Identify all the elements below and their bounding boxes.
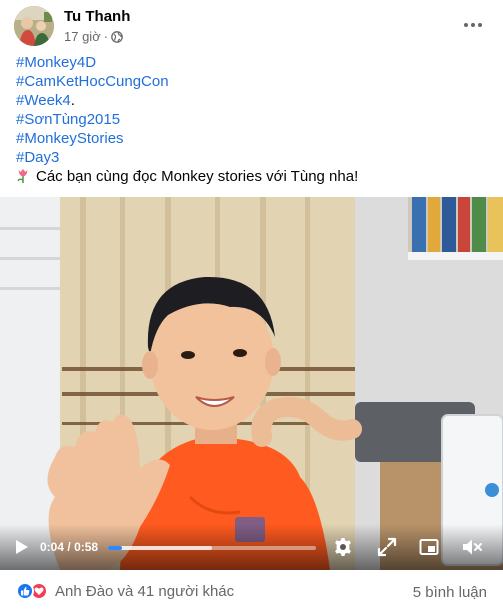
hashtag-suffix: . — [70, 92, 75, 109]
avatar-photo — [14, 6, 54, 46]
mute-icon[interactable] — [461, 537, 483, 557]
meta-separator: · — [103, 29, 109, 44]
hashtag-link[interactable]: #Day3 — [16, 149, 59, 166]
reactions-summary[interactable]: Anh Đào và 41 người khác — [16, 582, 234, 600]
comments-count[interactable]: 5 bình luận — [413, 584, 487, 601]
like-icon — [16, 582, 34, 600]
globe-icon[interactable] — [111, 30, 123, 43]
gear-icon[interactable] — [333, 537, 353, 557]
hashtag-link[interactable]: #CamKetHocCungCon — [16, 73, 169, 90]
progress-bar[interactable] — [108, 546, 316, 550]
video-frame — [0, 197, 503, 570]
reactors-text: Anh Đào và 41 người khác — [55, 582, 235, 600]
progress-buffered — [108, 546, 212, 550]
tulip-icon — [17, 169, 28, 183]
time-separator: / — [67, 540, 71, 554]
play-icon[interactable] — [12, 538, 30, 556]
post-header: Tu Thanh 17 giờ · — [14, 6, 494, 46]
video-player[interactable]: 0:04 / 0:58 — [0, 197, 503, 570]
more-options-button[interactable] — [460, 12, 486, 38]
hashtag-link[interactable]: #Monkey4D — [16, 54, 96, 71]
video-time: 0:04 / 0:58 — [40, 540, 98, 554]
progress-played — [108, 546, 123, 550]
video-controls: 0:04 / 0:58 — [0, 524, 503, 570]
hashtag-link[interactable]: #SơnTùng2015 — [16, 111, 120, 128]
hashtag-link[interactable]: #MonkeyStories — [16, 130, 124, 147]
post-time[interactable]: 17 giờ — [64, 29, 101, 44]
expand-icon[interactable] — [377, 537, 397, 557]
more-horizontal-icon — [464, 23, 482, 27]
author-name[interactable]: Tu Thanh — [64, 8, 130, 25]
current-time: 0:04 — [40, 540, 65, 554]
post-text: #Monkey4D #CamKetHocCungCon #Week4. #Sơn… — [16, 53, 486, 186]
feed-post: Tu Thanh 17 giờ · #Monkey4D #CamKetHocCu… — [0, 0, 503, 613]
post-meta: 17 giờ · — [64, 29, 123, 44]
post-message: Các bạn cùng đọc Monkey stories với Tùng… — [36, 168, 359, 185]
hashtag-link[interactable]: #Week4 — [16, 92, 71, 109]
avatar[interactable] — [14, 6, 54, 46]
duration: 0:58 — [74, 540, 99, 554]
pip-icon[interactable] — [419, 537, 439, 557]
